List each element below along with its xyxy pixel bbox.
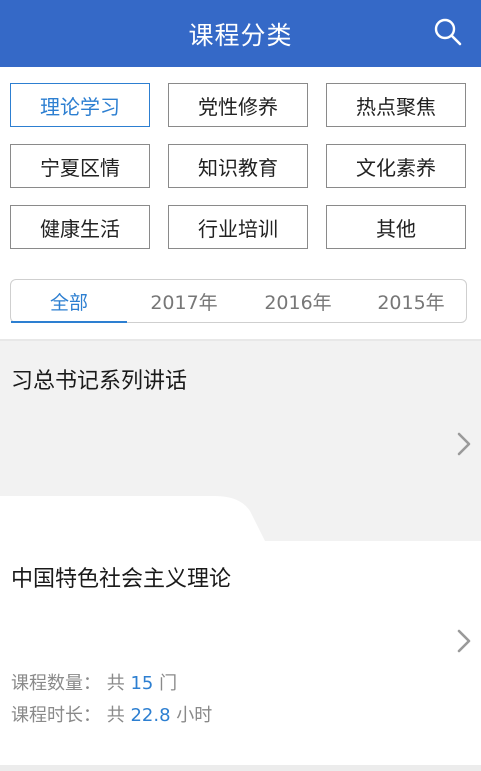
- course-duration-value: 22.8: [130, 705, 171, 726]
- course-title: 中国特色社会主义理论: [11, 567, 232, 592]
- course-card[interactable]: 习总书记系列讲话: [0, 341, 481, 541]
- course-count-line: 课程数量： 共 15 门: [11, 669, 177, 695]
- course-title: 习总书记系列讲话: [11, 369, 188, 394]
- category-label: 热点聚焦: [356, 94, 436, 119]
- category-button-hotspot[interactable]: 热点聚焦: [326, 83, 466, 127]
- category-label: 理论学习: [40, 94, 120, 119]
- category-label: 党性修养: [198, 94, 278, 119]
- divider: [0, 765, 481, 771]
- category-label: 健康生活: [40, 216, 120, 241]
- tab-label: 2017年: [150, 291, 218, 314]
- tab-label: 2015年: [377, 291, 445, 314]
- category-grid: 理论学习 党性修养 热点聚焦 宁夏区情 知识教育 文化素养 健康生活 行业培训 …: [0, 67, 481, 267]
- tab-all[interactable]: 全部: [11, 280, 127, 322]
- course-duration-line: 课程时长： 共 22.8 小时: [11, 701, 212, 727]
- category-label: 其他: [376, 216, 416, 241]
- category-button-ningxia[interactable]: 宁夏区情: [10, 144, 150, 188]
- tab-label: 2016年: [264, 291, 332, 314]
- meta-prefix: 共: [106, 673, 125, 694]
- category-button-health[interactable]: 健康生活: [10, 205, 150, 249]
- category-button-party[interactable]: 党性修养: [168, 83, 308, 127]
- category-button-theory[interactable]: 理论学习: [10, 83, 150, 127]
- page-title: 课程分类: [188, 20, 293, 50]
- category-label: 宁夏区情: [40, 155, 120, 180]
- tab-label: 全部: [49, 291, 88, 314]
- search-button[interactable]: [433, 17, 463, 47]
- meta-unit: 小时: [176, 705, 213, 726]
- course-count-value: 15: [130, 673, 154, 694]
- chevron-right-icon: [457, 629, 471, 653]
- category-label: 知识教育: [198, 155, 278, 180]
- category-button-knowledge[interactable]: 知识教育: [168, 144, 308, 188]
- category-label: 文化素养: [356, 155, 436, 180]
- meta-prefix: 共: [106, 705, 125, 726]
- meta-label: 课程时长：: [11, 705, 101, 726]
- category-label: 行业培训: [198, 216, 278, 241]
- meta-unit: 门: [159, 673, 178, 694]
- tab-2016[interactable]: 2016年: [240, 280, 356, 322]
- tab-2017[interactable]: 2017年: [126, 280, 242, 322]
- course-card[interactable]: 中国特色社会主义理论 课程数量： 共 15 门 课程时长： 共 22.8 小时: [0, 541, 481, 765]
- search-icon: [434, 18, 462, 46]
- year-tab-bar: 全部 2017年 2016年 2015年: [10, 279, 467, 323]
- category-button-other[interactable]: 其他: [326, 205, 466, 249]
- chevron-right-icon: [457, 432, 471, 456]
- active-tab-indicator: [11, 321, 127, 323]
- category-button-culture[interactable]: 文化素养: [326, 144, 466, 188]
- category-button-industry[interactable]: 行业培训: [168, 205, 308, 249]
- meta-label: 课程数量：: [11, 673, 101, 694]
- header-bar: 课程分类: [0, 0, 481, 67]
- card-background-shape: [0, 496, 265, 541]
- tab-2015[interactable]: 2015年: [354, 280, 468, 322]
